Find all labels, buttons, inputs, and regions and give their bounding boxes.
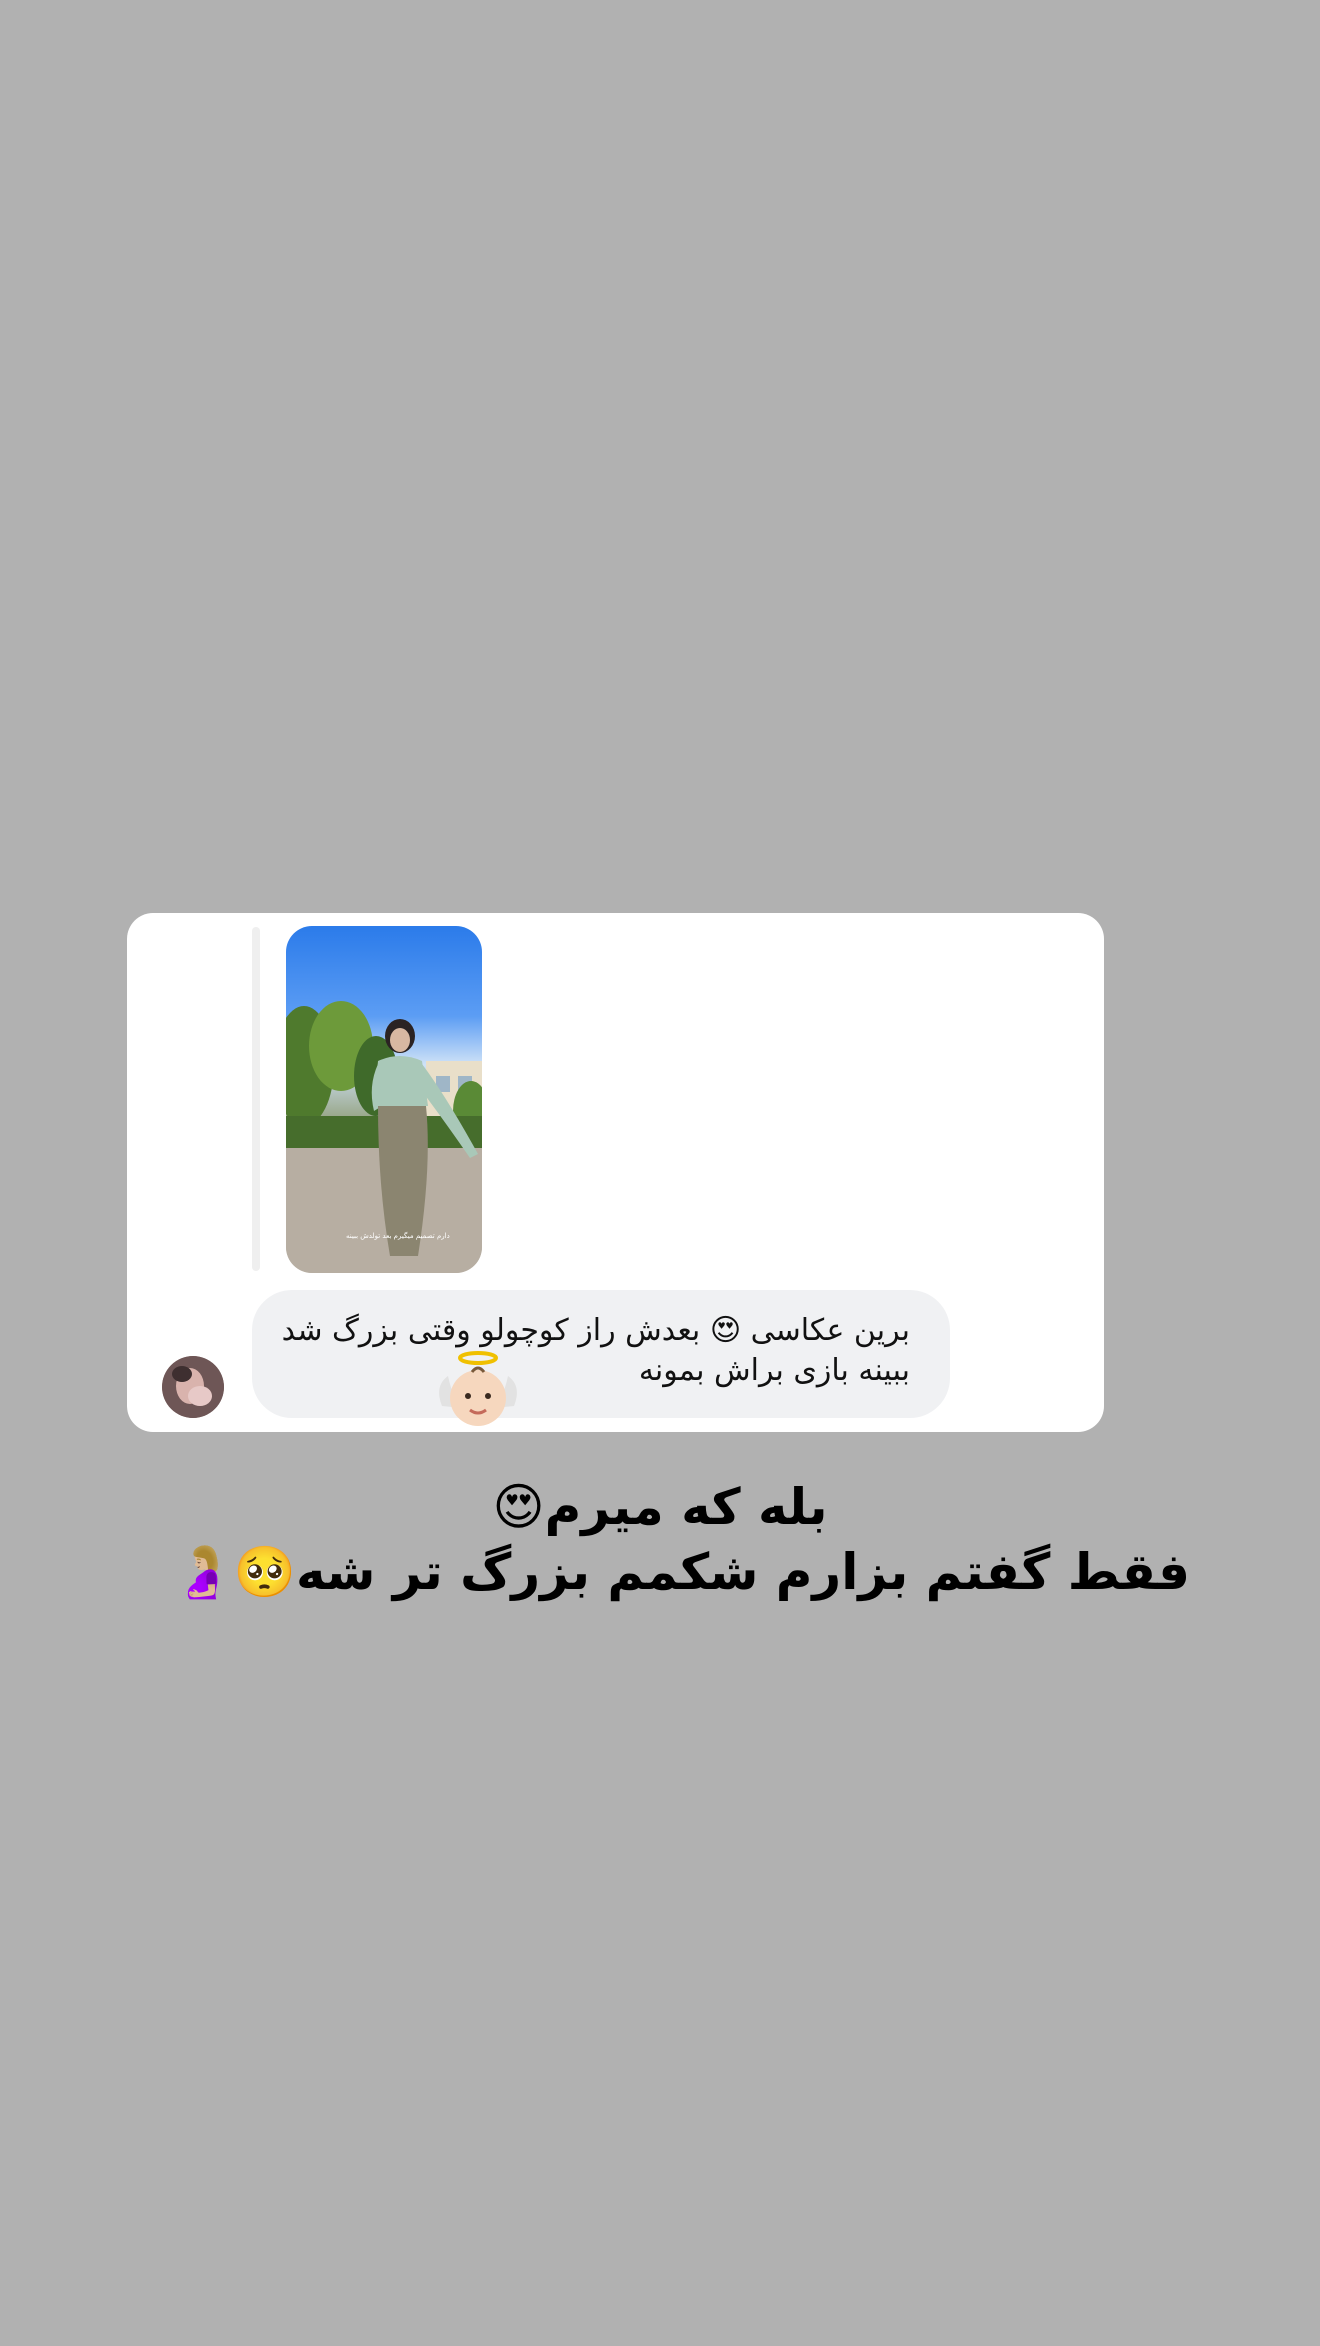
user-avatar[interactable]: [162, 1356, 224, 1418]
comment-bubble: برین عکاسی 😍 بعدش راز کوچولو وقتی بزرگ ش…: [252, 1290, 950, 1418]
story-reply-card: دارم تصمیم میگیرم بعد تولدش ببینه برین ع…: [127, 913, 1104, 1432]
caption-line-2: فقط گفتم بزارم شکمم بزرگ تر شه🥺🤰🏼: [171, 1543, 1190, 1601]
story-thumbnail[interactable]: دارم تصمیم میگیرم بعد تولدش ببینه: [286, 926, 482, 1273]
baby-angel-icon: [439, 1351, 517, 1426]
comment-text-line-2: ببینه بازی براش بمونه: [638, 1353, 910, 1388]
story-overlay-text: دارم تصمیم میگیرم بعد تولدش ببینه: [346, 1231, 450, 1240]
story-image: دارم تصمیم میگیرم بعد تولدش ببینه: [286, 1001, 482, 1273]
caption-line-1: بله که میرم😍: [492, 1478, 828, 1536]
comment-text-line-1: برین عکاسی 😍 بعدش راز کوچولو وقتی بزرگ ش…: [281, 1313, 910, 1348]
avatar-icon: [162, 1356, 224, 1418]
quote-bar: [252, 927, 260, 1271]
